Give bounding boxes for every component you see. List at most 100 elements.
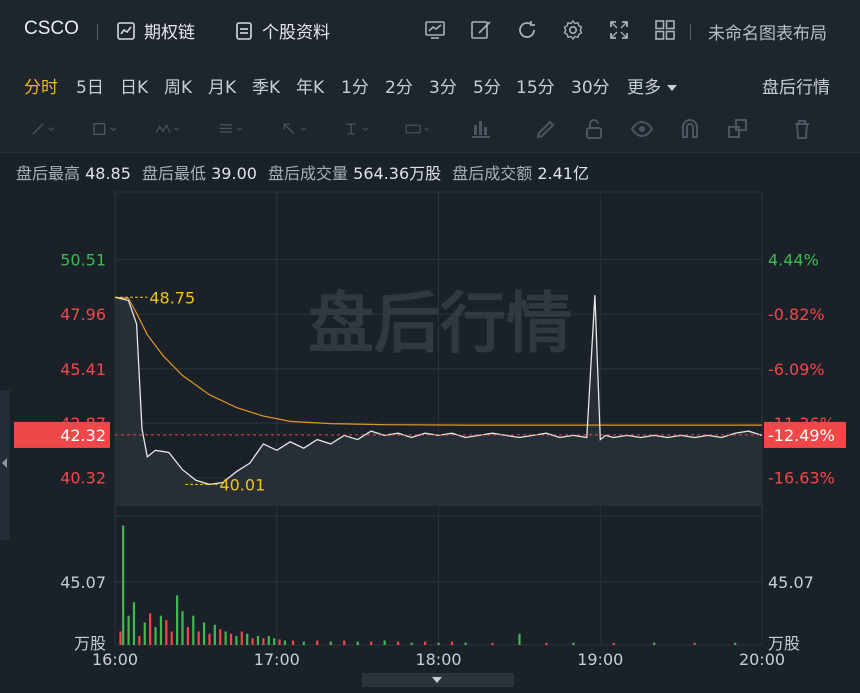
volume-bar <box>186 626 189 645</box>
time-scrollbar[interactable] <box>362 673 514 687</box>
y-tick-label-left: 47.96 <box>60 305 106 324</box>
period-more[interactable]: 更多 <box>627 73 677 98</box>
volume-bar <box>734 642 737 645</box>
ticker-symbol[interactable]: CSCO <box>24 18 79 40</box>
volume-bar <box>202 622 206 645</box>
more-label: 更多 <box>627 78 661 98</box>
period-quarterly[interactable]: 季K <box>252 73 280 98</box>
intraday-chart[interactable]: 盘后行情 50.5147.9645.4142.8740.324.44%-0.82… <box>0 186 860 673</box>
volume-bar <box>208 633 211 645</box>
layers-icon[interactable] <box>726 117 750 145</box>
period-5d[interactable]: 5日 <box>76 73 104 98</box>
after-hours-tab[interactable]: 盘后行情 <box>762 73 830 98</box>
y-tick-label-left: 40.32 <box>60 469 106 488</box>
layout-name[interactable]: 未命名图表布局 <box>708 19 827 44</box>
period-bar: 分时 5日 日K 周K 月K 季K 年K 1分 2分 3分 5分 15分 30分… <box>0 62 860 106</box>
volume-bar <box>410 642 413 645</box>
document-icon <box>236 21 252 40</box>
volume-bar <box>235 635 238 645</box>
high-annotation-label: 48.75 <box>149 288 195 307</box>
volume-tick-label-right: 45.07 <box>768 573 814 592</box>
line-tool-icon[interactable] <box>30 117 55 145</box>
eye-icon[interactable] <box>630 117 654 145</box>
grid-layout-icon[interactable] <box>653 18 677 42</box>
lock-icon[interactable] <box>582 117 606 145</box>
arrow-tool-icon[interactable] <box>282 117 307 145</box>
volume-bar <box>424 641 427 645</box>
volume-bar <box>437 642 440 645</box>
magnet-icon[interactable] <box>678 117 702 145</box>
chevron-down-icon <box>667 85 677 91</box>
volume-bar <box>267 635 270 645</box>
volume-bar <box>278 639 281 645</box>
chart-grid <box>114 191 763 646</box>
trash-icon[interactable] <box>790 117 814 145</box>
pattern-tool-icon[interactable] <box>155 117 180 145</box>
current-change-label: -12.49% <box>768 426 835 445</box>
volume-bar <box>653 642 656 645</box>
volume-bar <box>256 635 260 645</box>
volume-bar <box>693 642 696 645</box>
brush-icon[interactable] <box>534 117 558 145</box>
x-tick-label: 18:00 <box>415 650 461 669</box>
period-30m[interactable]: 30分 <box>571 73 610 98</box>
x-tick-label: 17:00 <box>254 650 300 669</box>
volume-bar <box>119 631 122 645</box>
gear-icon[interactable] <box>561 18 585 42</box>
refresh-icon[interactable] <box>515 18 539 42</box>
volume-bar <box>572 642 575 645</box>
period-3m[interactable]: 3分 <box>429 73 457 98</box>
drawing-toolbar <box>0 106 860 153</box>
volume-bar <box>329 641 332 645</box>
fibonacci-tool-icon[interactable] <box>218 117 243 145</box>
chart-box-icon <box>117 21 135 40</box>
options-chain-button[interactable]: 期权链 <box>116 18 195 43</box>
x-tick-label: 16:00 <box>92 650 138 669</box>
chart-template-icon[interactable] <box>423 18 447 42</box>
price-label-tool-icon[interactable] <box>405 117 430 145</box>
period-weekly[interactable]: 周K <box>164 73 192 98</box>
period-1m[interactable]: 1分 <box>341 73 369 98</box>
amount-label: 盘后成交额 <box>452 164 533 183</box>
top-toolbar: CSCO 期权链 个股资料 未命名图表布局 <box>0 0 860 63</box>
volume-bar <box>397 641 400 645</box>
edit-icon[interactable] <box>469 18 493 42</box>
volume-bar <box>518 633 521 645</box>
period-monthly[interactable]: 月K <box>208 73 236 98</box>
low-label: 盘后最低 <box>142 164 207 183</box>
stock-info-button[interactable]: 个股资料 <box>234 18 330 43</box>
volume-bar <box>240 631 243 645</box>
volume-bar <box>316 640 319 645</box>
volume-bar <box>229 633 233 645</box>
text-tool-icon[interactable] <box>344 117 369 145</box>
volume-bar <box>612 642 615 645</box>
divider <box>690 24 691 40</box>
period-daily[interactable]: 日K <box>120 73 148 98</box>
period-5m[interactable]: 5分 <box>473 73 501 98</box>
volume-bar <box>165 620 168 645</box>
amount-value: 2.41亿 <box>537 164 589 183</box>
volume-bar <box>127 615 130 645</box>
period-yearly[interactable]: 年K <box>296 73 324 98</box>
rectangle-tool-icon[interactable] <box>92 117 117 145</box>
volume-bar <box>370 641 373 645</box>
high-label: 盘后最高 <box>16 164 81 183</box>
header-icons <box>423 18 677 42</box>
measure-tool-icon[interactable] <box>468 117 492 145</box>
volume-bar <box>291 640 295 645</box>
volume-bar <box>149 613 152 645</box>
volume-bar <box>138 635 141 645</box>
period-15m[interactable]: 15分 <box>516 73 555 98</box>
y-tick-label-right: 4.44% <box>768 251 819 270</box>
volume-bar <box>262 638 265 645</box>
period-intraday[interactable]: 分时 <box>24 73 58 98</box>
volume-bar <box>159 615 163 645</box>
y-tick-label-right: -6.09% <box>768 360 825 379</box>
volume-bar <box>143 622 146 645</box>
fullscreen-icon[interactable] <box>607 18 631 42</box>
volume-bar <box>181 611 184 645</box>
y-tick-label-left: 50.51 <box>60 251 106 270</box>
current-price-label: 42.32 <box>60 426 106 445</box>
period-2m[interactable]: 2分 <box>385 73 413 98</box>
volume-bar <box>154 626 157 645</box>
